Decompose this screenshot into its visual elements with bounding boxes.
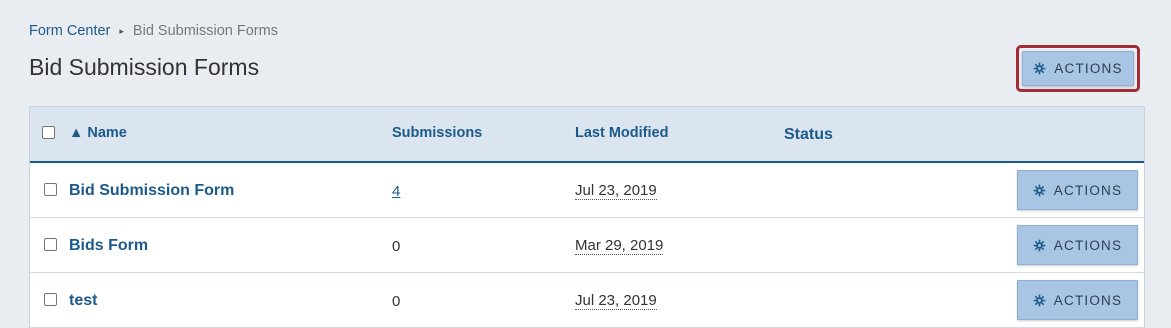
table-header: ▲ Name Submissions Last Modified Status <box>30 107 1144 163</box>
breadcrumb-current: Bid Submission Forms <box>132 23 278 39</box>
actions-label: ACTIONS <box>1054 61 1123 76</box>
table-row: Bid Submission Form 4 Jul 23, 2019 ACTIO… <box>30 163 1144 218</box>
column-header-last-modified[interactable]: Last Modified <box>575 125 668 141</box>
row-checkbox[interactable] <box>44 238 57 251</box>
form-name-link[interactable]: Bid Submission Form <box>69 182 234 200</box>
row-checkbox[interactable] <box>44 293 57 306</box>
row-actions-button[interactable]: ACTIONS <box>1017 280 1138 320</box>
table-row: test 0 Jul 23, 2019 ACTIONS <box>30 273 1144 328</box>
last-modified-date: Mar 29, 2019 <box>575 237 664 255</box>
actions-highlight-outline: ACTIONS <box>1016 45 1140 92</box>
forms-table: ▲ Name Submissions Last Modified Status … <box>29 106 1145 328</box>
last-modified-date: Jul 23, 2019 <box>575 182 657 200</box>
breadcrumb-separator: ▸ <box>119 25 124 36</box>
select-all-checkbox[interactable] <box>42 126 55 139</box>
gear-icon <box>1033 62 1046 75</box>
gear-icon <box>1033 239 1046 251</box>
gear-icon <box>1033 184 1046 196</box>
last-modified-date: Jul 23, 2019 <box>575 292 657 310</box>
breadcrumb-link-form-center[interactable]: Form Center <box>29 23 110 39</box>
page-title: Bid Submission Forms <box>29 54 260 80</box>
actions-label: ACTIONS <box>1053 237 1123 253</box>
breadcrumb: Form Center ▸ Bid Submission Forms <box>29 23 278 39</box>
row-checkbox[interactable] <box>44 183 57 196</box>
form-name-link[interactable]: Bids Form <box>69 237 148 255</box>
column-header-submissions[interactable]: Submissions <box>392 125 482 141</box>
actions-label: ACTIONS <box>1053 292 1123 308</box>
row-actions-button[interactable]: ACTIONS <box>1017 225 1138 265</box>
form-name-link[interactable]: test <box>69 292 97 310</box>
table-row: Bids Form 0 Mar 29, 2019 ACTIONS <box>30 218 1144 273</box>
column-header-name[interactable]: ▲ Name <box>69 125 127 141</box>
gear-icon <box>1033 294 1046 306</box>
submissions-count: 0 <box>392 293 401 310</box>
page-actions-button[interactable]: ACTIONS <box>1022 51 1134 86</box>
column-header-status[interactable]: Status <box>784 126 833 144</box>
row-actions-button[interactable]: ACTIONS <box>1017 170 1138 210</box>
actions-label: ACTIONS <box>1053 182 1123 198</box>
submissions-count-link[interactable]: 4 <box>392 183 400 200</box>
submissions-count: 0 <box>392 238 401 255</box>
